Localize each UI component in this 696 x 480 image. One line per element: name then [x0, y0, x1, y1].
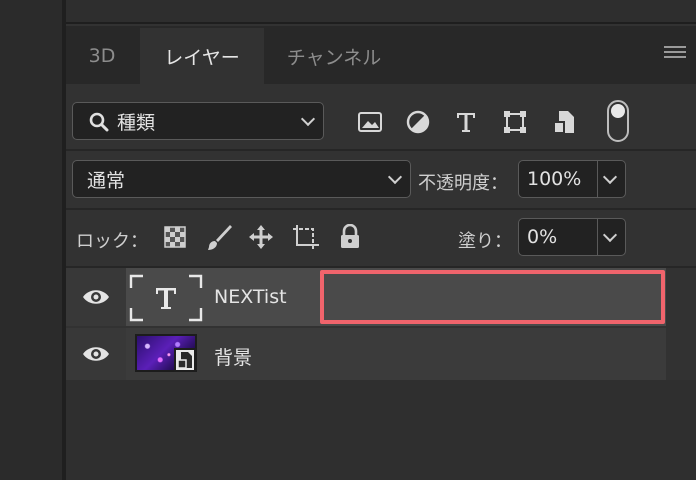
lock-artboard-icon[interactable]	[292, 224, 320, 250]
lock-position-icon[interactable]	[248, 224, 274, 250]
lock-transparent-pixels-icon[interactable]	[164, 226, 186, 248]
filter-kind-label: 種類	[117, 111, 156, 134]
opacity-value[interactable]: 100%	[527, 168, 581, 190]
image-filter-icon[interactable]	[356, 108, 384, 136]
chevron-down-icon	[300, 111, 316, 127]
left-gutter	[0, 0, 64, 480]
divider	[66, 149, 696, 151]
chevron-down-icon[interactable]	[602, 169, 618, 185]
divider	[66, 208, 696, 210]
tab-3d[interactable]: 3D	[66, 28, 138, 84]
tab-channels[interactable]: チャンネル	[266, 28, 402, 84]
filter-toggle[interactable]	[607, 100, 629, 142]
lock-image-pixels-icon[interactable]	[205, 223, 233, 251]
fill-value[interactable]: 0%	[527, 226, 557, 248]
blend-mode-value: 通常	[87, 169, 126, 192]
field-divider	[597, 219, 598, 255]
text-layer-thumbnail	[129, 274, 203, 322]
shape-filter-icon[interactable]	[501, 108, 529, 136]
eye-icon[interactable]	[82, 288, 110, 306]
fill-label: 塗り：	[458, 231, 512, 252]
search-icon	[89, 112, 109, 132]
tab-layers[interactable]: レイヤー	[140, 28, 264, 84]
layers-empty-area[interactable]	[66, 380, 696, 480]
fill-field[interactable]: 0%	[518, 218, 626, 256]
lock-all-icon[interactable]	[339, 223, 361, 250]
smart-object-filter-icon[interactable]	[550, 108, 578, 136]
annotation-highlight-box	[320, 270, 665, 324]
chevron-down-icon[interactable]	[602, 227, 618, 243]
blend-mode-select[interactable]: 通常	[72, 160, 411, 198]
lock-label: ロック：	[76, 231, 148, 252]
chevron-down-icon	[387, 169, 403, 185]
opacity-label: 不透明度：	[418, 173, 508, 194]
toggle-knob	[611, 104, 625, 118]
type-filter-icon[interactable]	[452, 108, 480, 136]
upper-panel-strip	[66, 0, 696, 24]
panel-menu-icon[interactable]	[664, 46, 686, 62]
field-divider	[597, 161, 598, 197]
opacity-field[interactable]: 100%	[518, 160, 626, 198]
layer-name[interactable]: NEXTist	[214, 286, 287, 308]
filter-kind-select[interactable]: 種類	[72, 102, 324, 140]
layer-name[interactable]: 背景	[214, 343, 252, 370]
adjustment-filter-icon[interactable]	[404, 108, 432, 136]
eye-icon[interactable]	[82, 345, 110, 363]
smart-object-badge-icon	[174, 348, 196, 372]
